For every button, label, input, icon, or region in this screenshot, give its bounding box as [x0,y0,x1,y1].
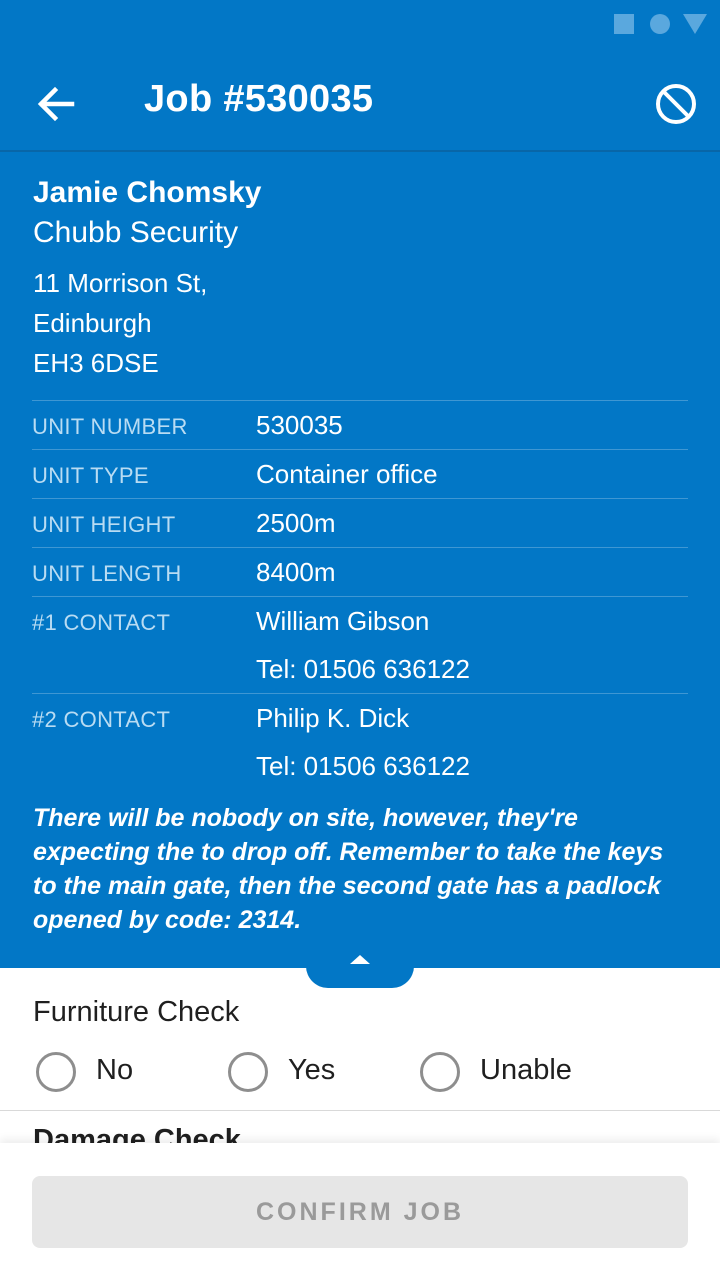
contact-phone[interactable]: Tel: 01506 636122 [256,645,688,693]
confirm-job-button[interactable]: CONFIRM JOB [32,1176,688,1248]
furniture-check-title: Furniture Check [33,996,240,1028]
detail-row-unit-type: UNIT TYPE Container office [32,449,688,498]
page-title: Job #530035 [144,78,374,120]
detail-row-unit-number: UNIT NUMBER 530035 [32,400,688,449]
detail-row-contact-1: #1 CONTACT William Gibson Tel: 01506 636… [32,596,688,693]
address-line: EH3 6DSE [33,348,159,378]
radio-label: No [96,1054,134,1086]
company-name: Chubb Security [33,216,239,249]
app-bar: Job #530035 [0,48,720,152]
back-button[interactable] [28,76,84,132]
detail-label: #2 CONTACT [32,707,171,732]
job-details-panel: Job #530035 Jamie Chomsky Chubb Security… [0,0,720,968]
detail-value: Container office [256,459,438,489]
address-line: Edinburgh [33,308,152,338]
bottom-action-bar: CONFIRM JOB [0,1143,720,1280]
contact-phone[interactable]: Tel: 01506 636122 [256,742,688,790]
detail-label: #1 CONTACT [32,610,171,635]
detail-label: UNIT LENGTH [32,561,182,586]
detail-value: 2500m [256,508,336,538]
home-circle-icon [650,14,670,34]
detail-label: UNIT TYPE [32,463,149,488]
divider [0,1110,720,1111]
detail-row-unit-height: UNIT HEIGHT 2500m [32,498,688,547]
radio-label: Yes [288,1054,336,1086]
unit-details-table: UNIT NUMBER 530035 UNIT TYPE Container o… [32,400,688,790]
chevron-up-icon [350,955,370,964]
detail-label: UNIT NUMBER [32,414,188,439]
collapse-details-toggle[interactable] [306,955,414,988]
contact-name: William Gibson [256,606,430,636]
address-line: 11 Morrison St, [33,268,208,298]
radio-circle-icon [36,1052,76,1092]
radio-circle-icon [420,1052,460,1092]
back-triangle-icon [683,14,707,34]
detail-value: 530035 [256,410,343,440]
job-note: There will be nobody on site, however, t… [33,804,664,934]
cancel-job-button[interactable] [648,76,704,132]
radio-label: Unable [480,1054,572,1086]
status-bar [0,0,720,48]
detail-label: UNIT HEIGHT [32,512,176,537]
contact-name: Philip K. Dick [256,703,410,733]
radio-circle-icon [228,1052,268,1092]
detail-row-contact-2: #2 CONTACT Philip K. Dick Tel: 01506 636… [32,693,688,790]
block-icon [656,84,696,124]
furniture-check-options: No Yes Unable [36,1050,696,1094]
recents-square-icon [614,14,634,34]
detail-row-unit-length: UNIT LENGTH 8400m [32,547,688,596]
detail-value: 8400m [256,557,336,587]
arrow-left-icon [37,86,75,122]
customer-name: Jamie Chomsky [33,176,262,209]
